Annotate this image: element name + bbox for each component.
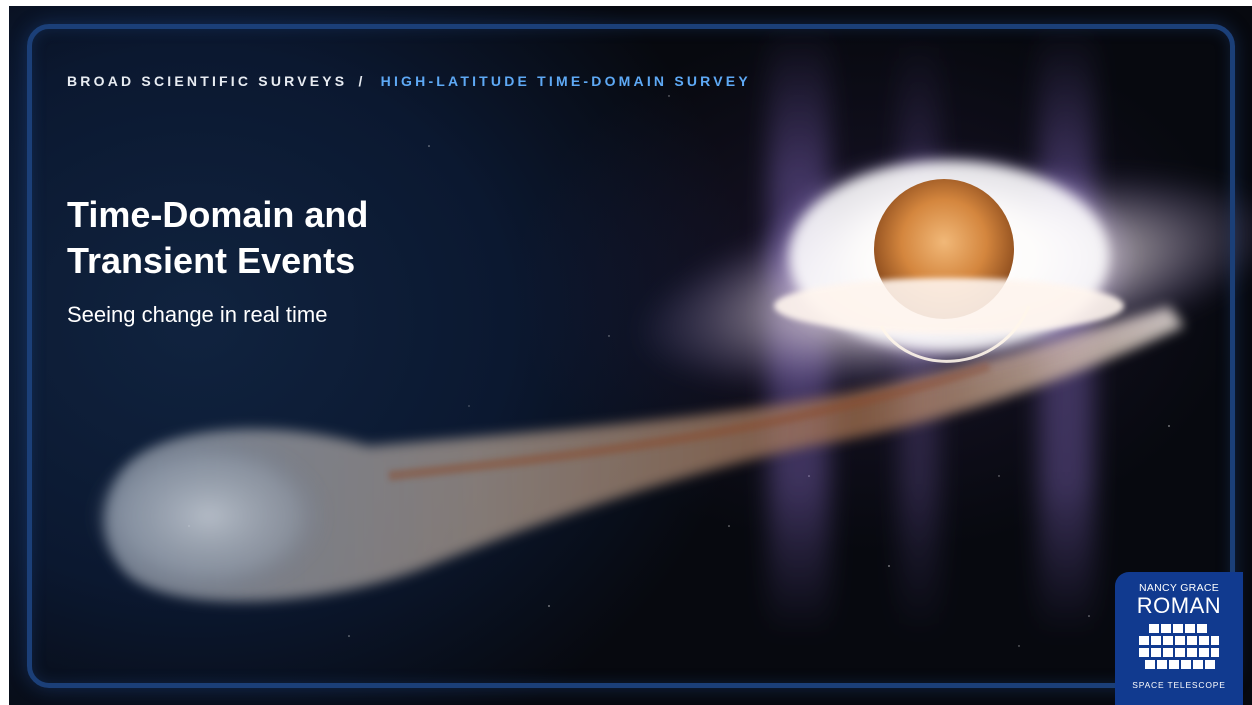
logo-line3: SPACE TELESCOPE (1132, 680, 1226, 690)
breadcrumb-separator: / (358, 73, 366, 89)
breadcrumb-parent[interactable]: BROAD SCIENTIFIC SURVEYS (67, 73, 347, 89)
breadcrumb: BROAD SCIENTIFIC SURVEYS / HIGH-LATITUDE… (67, 73, 751, 89)
page-title: Time-Domain and Transient Events (67, 192, 487, 284)
slide-frame (27, 24, 1235, 688)
telescope-mirror-grid-icon (1139, 624, 1219, 669)
roman-telescope-logo[interactable]: NANCY GRACE ROMAN SPACE TELESCOPE (1115, 572, 1243, 705)
breadcrumb-current[interactable]: HIGH-LATITUDE TIME-DOMAIN SURVEY (381, 73, 751, 89)
page-subtitle: Seeing change in real time (67, 302, 328, 327)
page-title-line1: Time-Domain and (67, 194, 369, 235)
logo-line2: ROMAN (1136, 593, 1222, 618)
page-title-line2: Transient Events (67, 240, 356, 281)
hero-slide: BROAD SCIENTIFIC SURVEYS / HIGH-LATITUDE… (9, 6, 1252, 705)
